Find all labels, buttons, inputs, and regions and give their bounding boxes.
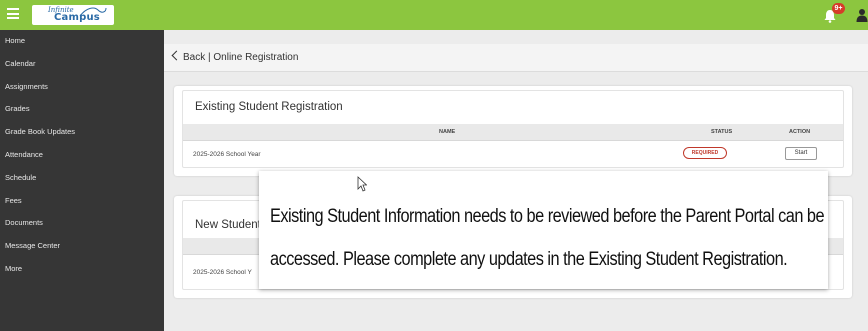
- breadcrumb-label: Back | Online Registration: [183, 52, 299, 63]
- user-icon[interactable]: [856, 8, 868, 22]
- sidebar: Home Calendar Assignments Grades Grade B…: [0, 30, 164, 331]
- existing-registration-card: Existing Student Registration NAME STATU…: [174, 86, 852, 176]
- chevron-left-icon: [171, 50, 182, 61]
- logo-swoosh-icon: [79, 7, 107, 17]
- sidebar-item-grades[interactable]: Grades: [0, 98, 164, 121]
- sidebar-item-more[interactable]: More: [0, 258, 164, 281]
- info-message-overlay: Existing Student Information needs to be…: [259, 171, 828, 289]
- sidebar-item-message-center[interactable]: Message Center: [0, 235, 164, 258]
- back-link[interactable]: Back | Online Registration: [171, 50, 299, 63]
- sidebar-item-assignments[interactable]: Assignments: [0, 76, 164, 99]
- sidebar-item-fees[interactable]: Fees: [0, 190, 164, 213]
- mouse-cursor-icon: [357, 176, 367, 192]
- row-name: 2025-2026 School Y: [193, 269, 252, 276]
- sidebar-item-home[interactable]: Home: [0, 30, 164, 53]
- breadcrumb-bar: Back | Online Registration: [164, 44, 868, 72]
- sidebar-item-documents[interactable]: Documents: [0, 212, 164, 235]
- top-bar: Infinite Campus 9+: [0, 0, 868, 30]
- sidebar-item-grade-book-updates[interactable]: Grade Book Updates: [0, 121, 164, 144]
- message-line1: Existing Student Information needs to be…: [270, 206, 825, 227]
- status-badge: REQUIRED: [683, 147, 727, 159]
- existing-registration-title: Existing Student Registration: [195, 101, 343, 113]
- column-header-action: ACTION: [789, 129, 811, 135]
- sidebar-item-schedule[interactable]: Schedule: [0, 167, 164, 190]
- start-button[interactable]: Start: [785, 147, 817, 160]
- existing-registration-panel: Existing Student Registration NAME STATU…: [182, 90, 844, 168]
- column-header-status: STATUS: [711, 129, 733, 135]
- menu-icon[interactable]: [7, 8, 19, 20]
- sidebar-item-calendar[interactable]: Calendar: [0, 53, 164, 76]
- column-header-name: NAME: [439, 129, 456, 135]
- new-student-title: New Student: [195, 219, 261, 231]
- row-name: 2025-2026 School Year: [193, 151, 261, 158]
- message-line2: accessed. Please complete any updates in…: [270, 249, 788, 270]
- notification-badge: 9+: [832, 3, 845, 14]
- sidebar-item-attendance[interactable]: Attendance: [0, 144, 164, 167]
- app-logo[interactable]: Infinite Campus: [32, 5, 114, 25]
- table-header: NAME STATUS ACTION: [183, 124, 843, 141]
- table-row: 2025-2026 School Year REQUIRED Start: [183, 141, 843, 168]
